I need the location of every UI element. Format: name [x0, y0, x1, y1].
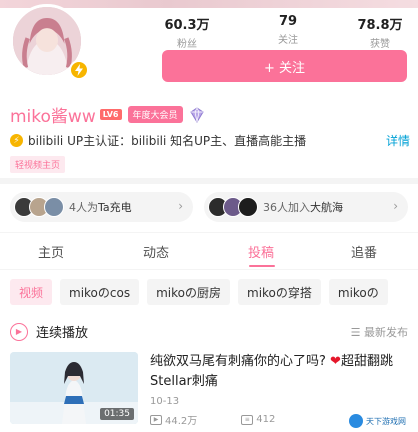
fleet-card[interactable]: 36人加入大航海 ›	[204, 192, 408, 222]
light-video-tag[interactable]: 轻视频主页	[10, 156, 66, 173]
chevron-right-icon: ›	[393, 199, 398, 213]
charge-card[interactable]: 4人为Ta充电 ›	[10, 192, 193, 222]
sort-icon: ☰	[350, 325, 364, 339]
fleet-avatar	[238, 197, 258, 217]
watermark-text: 天下游戏网	[366, 416, 406, 426]
view-icon: ▶	[150, 414, 162, 425]
vip-badge[interactable]: 年度大会员	[127, 106, 183, 123]
tabs-top-divider	[0, 232, 418, 233]
fleet-emph: 大航海	[310, 201, 343, 214]
video-meta: ▶ 44.2万 ≡ 412	[150, 412, 275, 427]
sort-control[interactable]: ☰ 最新发布	[351, 324, 408, 340]
fleet-avatars	[208, 197, 258, 217]
continuous-play-label[interactable]: 连续播放	[36, 322, 88, 341]
auth-row: ⚡ bilibili UP主认证：bilibili 知名UP主、直播高能主播 详…	[10, 132, 410, 149]
tab-bangumi[interactable]: 追番	[351, 242, 377, 261]
charge-text: 4人为Ta充电	[69, 199, 132, 215]
video-comments: 412	[256, 414, 276, 425]
chip-kitchen[interactable]: mikoの厨房	[147, 279, 230, 305]
video-date: 10-13	[150, 396, 180, 407]
chip-videos[interactable]: 视频	[10, 279, 53, 305]
play-icon[interactable]: ▶	[10, 322, 28, 341]
profile-tabs: 主页 动态 投稿 追番	[0, 236, 418, 266]
watermark-logo	[349, 414, 363, 428]
tab-home[interactable]: 主页	[38, 242, 64, 261]
fleet-text: 36人加入大航海	[263, 199, 343, 215]
auth-text: bilibili UP主认证：bilibili 知名UP主、直播高能主播	[28, 132, 386, 149]
sort-label: 最新发布	[364, 325, 408, 339]
continuous-play-row: ▶ 连续播放 ☰ 最新发布	[10, 322, 408, 341]
name-row: miko酱ww LV6 年度大会员	[10, 102, 205, 127]
tabs-bottom-divider	[0, 269, 418, 270]
tab-dynamics[interactable]: 动态	[143, 242, 169, 261]
active-tab-indicator	[249, 265, 275, 267]
charge-count: 4人为	[69, 201, 98, 214]
video-title-part1: 纯欲双马尾有刺痛你的心了吗?	[150, 354, 326, 369]
auth-icon: ⚡	[10, 134, 23, 147]
username: miko酱ww	[10, 107, 96, 127]
video-duration: 01:35	[100, 408, 134, 420]
detail-link[interactable]: 详情	[386, 132, 410, 149]
heart-icon: ❤	[330, 354, 341, 369]
auth-prefix: bilibili	[28, 134, 64, 148]
video-views: 44.2万	[165, 416, 198, 427]
chevron-right-icon: ›	[178, 199, 183, 213]
section-divider	[0, 178, 418, 184]
fleet-count: 36人加入	[263, 201, 310, 214]
chip-outfits[interactable]: mikoの穿搭	[238, 279, 321, 305]
stat-fans-value: 60.3万	[164, 18, 210, 33]
medal-icon[interactable]	[189, 106, 205, 123]
auth-description: UP主认证：bilibili 知名UP主、直播高能主播	[67, 134, 307, 148]
stat-fans[interactable]: 60.3万 粉丝	[152, 14, 222, 50]
chip-cos[interactable]: mikoのcos	[60, 279, 140, 305]
chip-more[interactable]: mikoの	[328, 279, 388, 305]
category-chips: 视频 mikoのcos mikoの厨房 mikoの穿搭 mikoの	[10, 279, 388, 305]
tab-uploads[interactable]: 投稿	[248, 242, 274, 261]
watermark: 天下游戏网	[343, 412, 412, 430]
supporter-avatar	[44, 197, 64, 217]
charge-avatars	[14, 197, 64, 217]
comment-icon: ≡	[241, 414, 254, 425]
video-title[interactable]: 纯欲双马尾有刺痛你的心了吗? ❤超甜翻跳Stellar刺痛	[150, 352, 408, 392]
stat-likes-label: 获赞	[370, 39, 390, 50]
stat-likes-value: 78.8万	[357, 18, 403, 33]
stat-likes[interactable]: 78.8万 获赞	[345, 14, 415, 50]
bolt-icon	[69, 60, 89, 80]
charge-emph: Ta充电	[98, 201, 132, 214]
follow-button[interactable]: + 关注	[162, 50, 407, 82]
video-thumbnail[interactable]: 01:35	[10, 352, 138, 424]
level-badge: LV6	[99, 109, 122, 120]
stat-following-value: 79	[278, 14, 298, 29]
stat-fans-label: 粉丝	[177, 39, 197, 50]
stat-following[interactable]: 79 关注	[253, 14, 323, 46]
stat-following-label: 关注	[278, 35, 298, 46]
